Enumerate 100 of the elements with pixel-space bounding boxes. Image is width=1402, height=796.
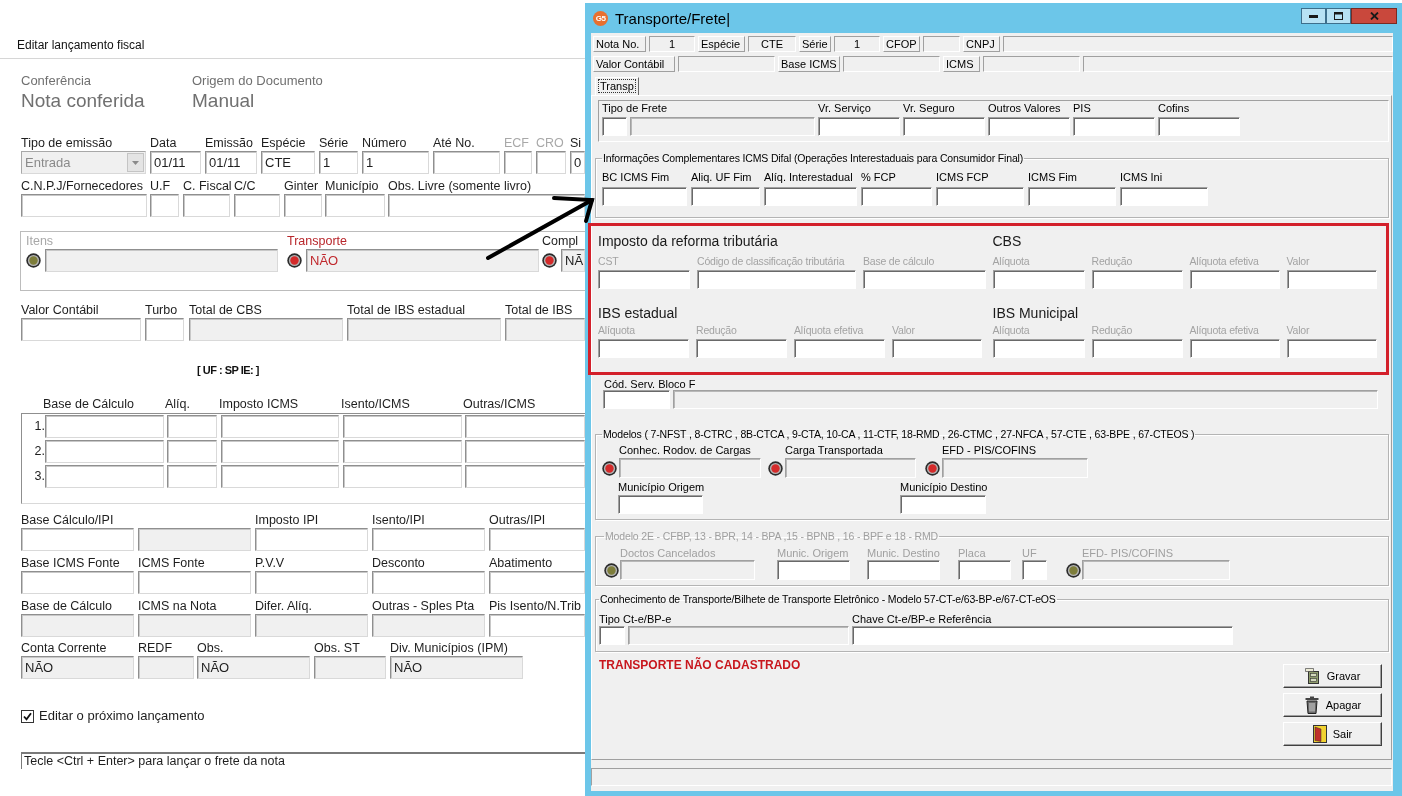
input-field[interactable] [1073, 117, 1155, 136]
input-field[interactable] [167, 440, 217, 463]
input-field[interactable] [21, 571, 134, 594]
input-field[interactable] [602, 187, 687, 206]
input-field[interactable] [255, 528, 368, 551]
readonly-field[interactable] [942, 458, 1088, 478]
readonly-field[interactable] [630, 117, 815, 136]
input-field[interactable] [903, 117, 985, 136]
input-field[interactable] [372, 528, 485, 551]
readonly-field[interactable]: NÃO [390, 656, 523, 679]
readonly-field[interactable]: NÃ [561, 249, 585, 272]
input-field[interactable] [465, 465, 585, 488]
input-field[interactable] [343, 465, 462, 488]
input-field[interactable] [21, 528, 134, 551]
input-field[interactable] [221, 415, 339, 438]
readonly-field[interactable] [138, 656, 194, 679]
readonly-field[interactable] [785, 458, 916, 478]
input-field[interactable] [988, 117, 1070, 136]
input-field[interactable] [21, 318, 141, 341]
readonly-field[interactable] [628, 626, 849, 645]
input-field[interactable]: CTE [261, 151, 315, 174]
input-field[interactable] [863, 270, 986, 289]
input-field[interactable] [1286, 270, 1377, 289]
input-field[interactable] [45, 465, 164, 488]
input-field[interactable] [936, 187, 1024, 206]
input-field[interactable] [255, 571, 368, 594]
input-field[interactable] [1022, 560, 1047, 580]
input-field[interactable] [599, 626, 625, 645]
input-field[interactable]: 1 [362, 151, 429, 174]
input-field[interactable] [958, 560, 1011, 580]
maximize-button[interactable] [1326, 8, 1351, 24]
readonly-field[interactable] [620, 560, 755, 580]
input-field[interactable] [145, 318, 184, 341]
input-field[interactable] [867, 560, 940, 580]
input-field[interactable] [696, 339, 787, 358]
input-field[interactable] [1189, 270, 1280, 289]
save-button[interactable]: Gravar [1283, 664, 1382, 688]
input-field[interactable] [489, 571, 585, 594]
input-field[interactable] [900, 495, 986, 514]
input-field[interactable] [234, 194, 280, 217]
delete-button[interactable]: Apagar [1283, 693, 1382, 717]
input-field[interactable] [1091, 270, 1183, 289]
input-field[interactable] [598, 339, 689, 358]
input-field[interactable] [697, 270, 856, 289]
input-field[interactable] [603, 390, 670, 409]
input-field[interactable] [183, 194, 230, 217]
input-field[interactable] [45, 415, 164, 438]
input-field[interactable] [325, 194, 385, 217]
input-field[interactable]: 01/11 [205, 151, 257, 174]
input-field[interactable] [465, 440, 585, 463]
input-field[interactable] [21, 194, 147, 217]
input-field[interactable] [892, 339, 982, 358]
input-field[interactable] [1028, 187, 1116, 206]
readonly-field[interactable] [347, 318, 501, 341]
input-field[interactable] [691, 187, 760, 206]
readonly-field[interactable] [189, 318, 343, 341]
input-field[interactable] [1189, 339, 1280, 358]
readonly-field[interactable] [673, 390, 1378, 409]
readonly-field[interactable] [21, 614, 134, 637]
input-field[interactable] [536, 151, 566, 174]
input-field[interactable]: 01/11 [150, 151, 201, 174]
minimize-button[interactable] [1301, 8, 1326, 24]
readonly-field[interactable]: NÃO [21, 656, 134, 679]
readonly-field[interactable] [138, 614, 251, 637]
input-field[interactable] [992, 339, 1085, 358]
input-field[interactable] [489, 528, 585, 551]
input-field[interactable] [167, 415, 217, 438]
input-field[interactable] [150, 194, 179, 217]
input-field[interactable] [343, 415, 462, 438]
readonly-field[interactable] [372, 614, 485, 637]
readonly-field[interactable] [619, 458, 761, 478]
input-field[interactable] [167, 465, 217, 488]
input-field[interactable] [465, 415, 585, 438]
close-button[interactable] [1351, 8, 1397, 24]
input-field[interactable] [794, 339, 885, 358]
input-field[interactable] [221, 465, 339, 488]
input-field[interactable] [618, 495, 703, 514]
readonly-field[interactable]: NÃO [306, 249, 539, 272]
input-field[interactable] [764, 187, 857, 206]
input-field[interactable] [861, 187, 932, 206]
readonly-field[interactable] [255, 614, 368, 637]
input-field[interactable] [221, 440, 339, 463]
input-field[interactable] [489, 614, 585, 637]
input-field[interactable] [1158, 117, 1240, 136]
readonly-field[interactable] [1082, 560, 1230, 580]
input-field[interactable] [602, 117, 627, 136]
readonly-field[interactable] [138, 528, 251, 551]
readonly-field[interactable] [505, 318, 585, 341]
input-field[interactable] [284, 194, 322, 217]
input-field[interactable] [777, 560, 850, 580]
input-field[interactable] [598, 270, 690, 289]
input-field[interactable] [388, 194, 585, 217]
input-field[interactable] [1091, 339, 1183, 358]
readonly-field[interactable] [314, 656, 386, 679]
input-field[interactable] [852, 626, 1233, 645]
input-field[interactable] [343, 440, 462, 463]
exit-button[interactable]: Sair [1283, 722, 1382, 746]
readonly-field[interactable]: NÃO [197, 656, 310, 679]
input-field[interactable] [504, 151, 532, 174]
input-field[interactable] [1120, 187, 1208, 206]
